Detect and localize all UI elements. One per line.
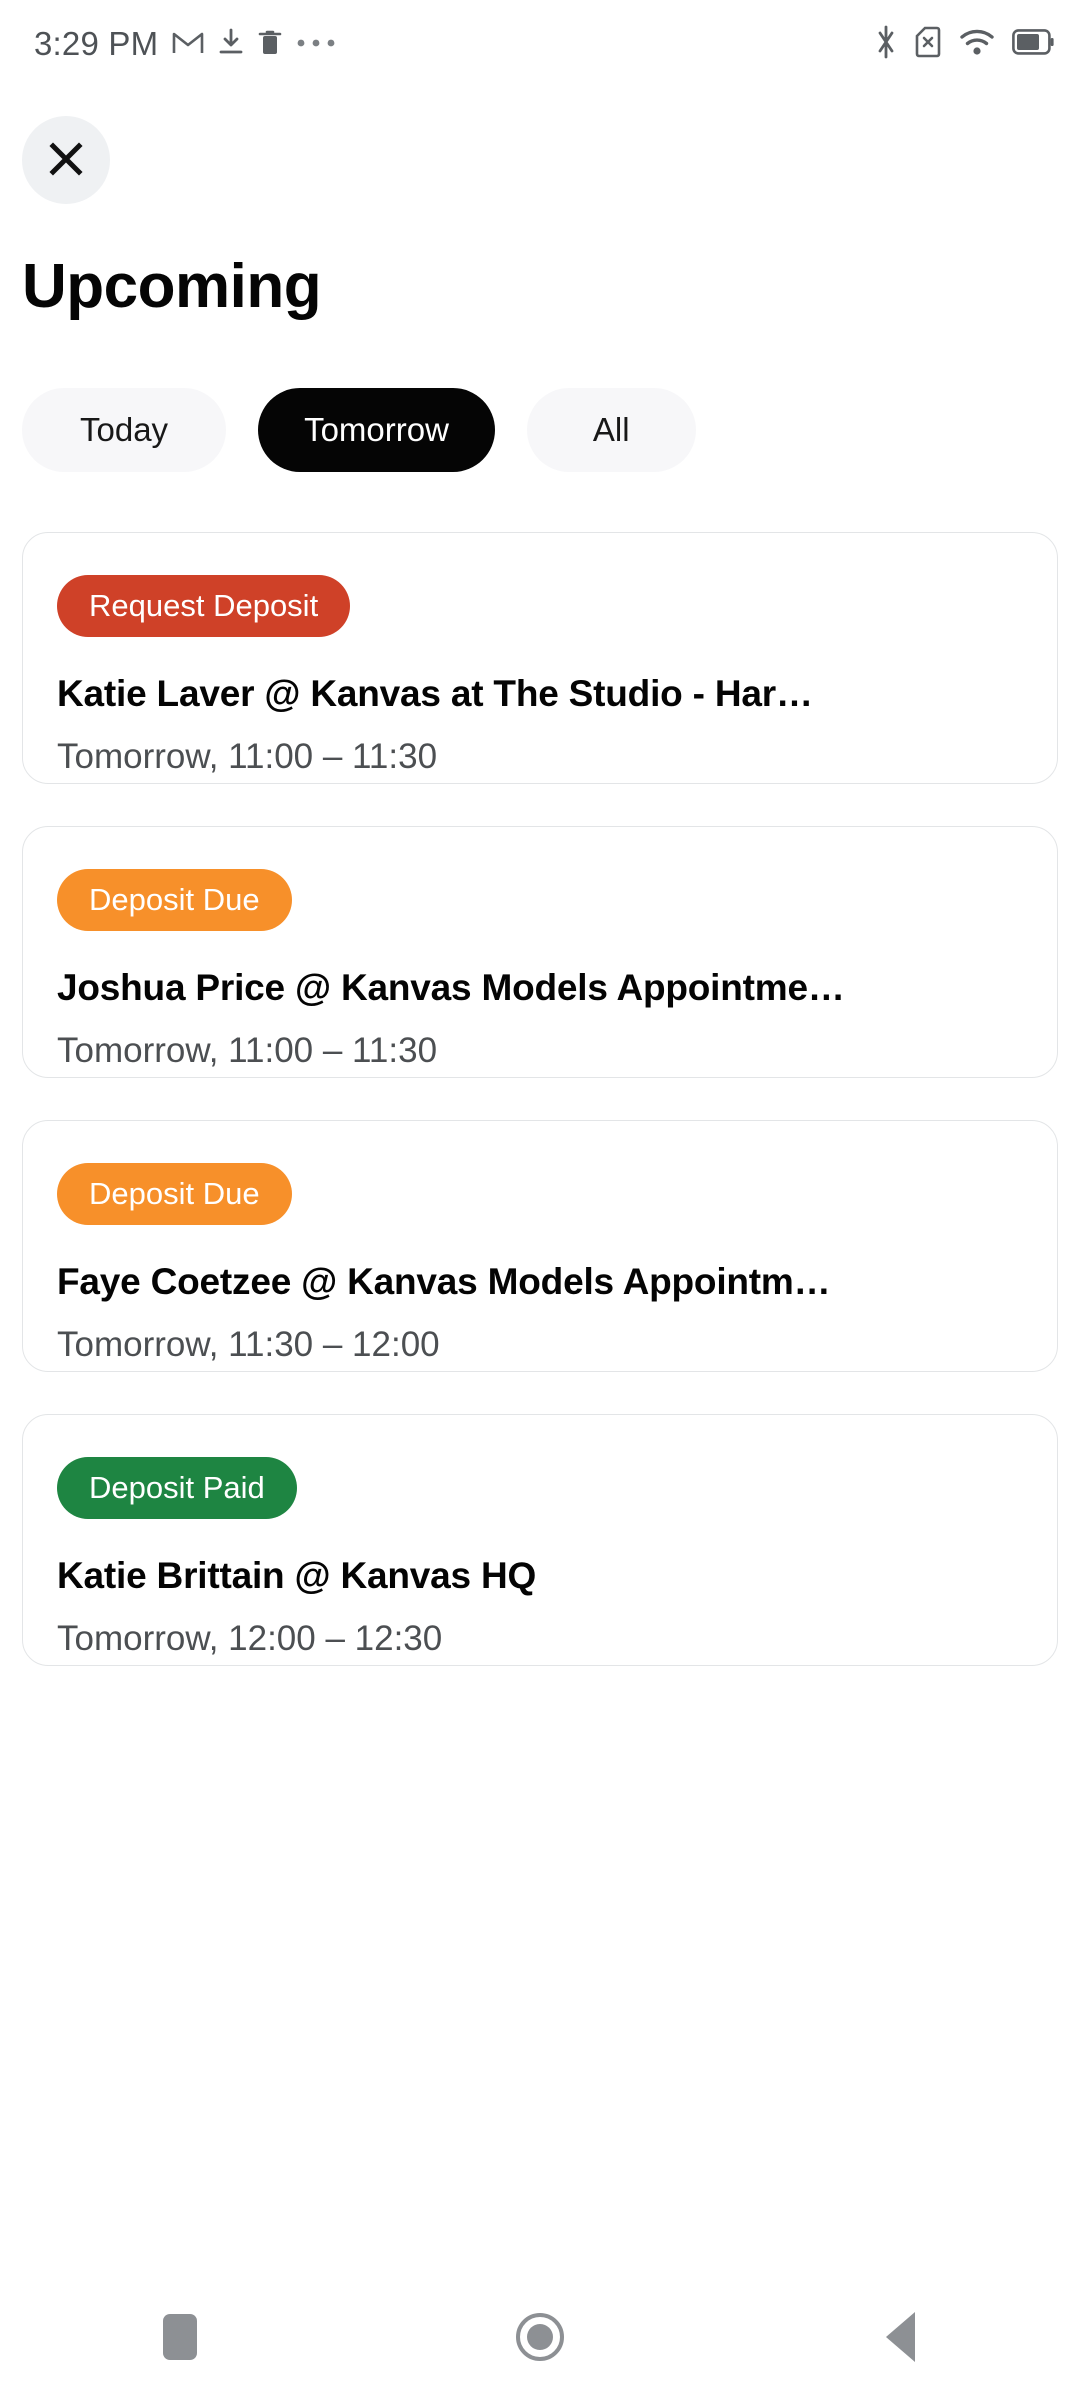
appointment-time: Tomorrow, 11:30 – 12:00 <box>57 1325 440 1364</box>
close-icon <box>46 139 86 182</box>
home-button[interactable] <box>465 2274 615 2400</box>
back-icon <box>885 2312 915 2362</box>
appointment-time: Tomorrow, 11:00 – 11:30 <box>57 1031 438 1070</box>
download-icon <box>218 28 244 61</box>
overflow-dots-icon <box>296 35 336 53</box>
status-badge: Deposit Due <box>57 869 292 931</box>
battery-icon <box>1012 28 1054 60</box>
status-badge: Deposit Due <box>57 1163 292 1225</box>
appointment-title: Katie Laver @ Kanvas at The Studio - Har… <box>57 673 813 714</box>
filter-chip-all[interactable]: All <box>526 388 696 472</box>
bluetooth-icon <box>875 25 897 64</box>
appointment-title: Faye Coetzee @ Kanvas Models Appointm… <box>57 1261 831 1302</box>
appointment-card[interactable]: Deposit Due Faye Coetzee @ Kanvas Models… <box>22 1120 1058 1372</box>
appointment-card[interactable]: Request Deposit Katie Laver @ Kanvas at … <box>22 532 1058 784</box>
appointment-list[interactable]: Request Deposit Katie Laver @ Kanvas at … <box>0 532 1080 2274</box>
appointment-card[interactable]: Deposit Paid Katie Brittain @ Kanvas HQ … <box>22 1414 1058 1666</box>
page-title: Upcoming <box>22 252 322 321</box>
close-button[interactable] <box>22 116 110 204</box>
home-icon <box>516 2313 564 2361</box>
appointment-time: Tomorrow, 12:00 – 12:30 <box>57 1619 443 1658</box>
filter-chip-row: Today Tomorrow All <box>0 388 1080 472</box>
filter-chip-today[interactable]: Today <box>22 388 227 472</box>
recents-icon <box>163 2314 197 2360</box>
app-screen: 3:29 PM Upcoming Today Tomorrow All Requ… <box>0 0 1080 2400</box>
status-clock: 3:29 PM <box>34 25 159 62</box>
status-badge: Deposit Paid <box>57 1457 297 1519</box>
sim-disabled-icon <box>914 25 942 64</box>
trash-icon <box>258 28 282 61</box>
status-bar: 3:29 PM <box>0 0 1080 88</box>
status-bar-right <box>875 25 1054 64</box>
android-nav-bar <box>0 2274 1080 2400</box>
appointment-title: Katie Brittain @ Kanvas HQ <box>57 1555 537 1596</box>
status-bar-left: 3:29 PM <box>34 25 336 63</box>
gmail-icon <box>172 29 204 60</box>
filter-chip-tomorrow[interactable]: Tomorrow <box>258 388 495 472</box>
status-badge: Request Deposit <box>57 575 351 637</box>
back-button[interactable] <box>825 2274 975 2400</box>
appointment-time: Tomorrow, 11:00 – 11:30 <box>57 737 438 776</box>
wifi-icon <box>959 27 995 62</box>
appointment-card[interactable]: Deposit Due Joshua Price @ Kanvas Models… <box>22 826 1058 1078</box>
recents-button[interactable] <box>105 2274 255 2400</box>
page-header: Upcoming <box>0 88 1080 318</box>
appointment-title: Joshua Price @ Kanvas Models Appointme… <box>57 967 845 1008</box>
